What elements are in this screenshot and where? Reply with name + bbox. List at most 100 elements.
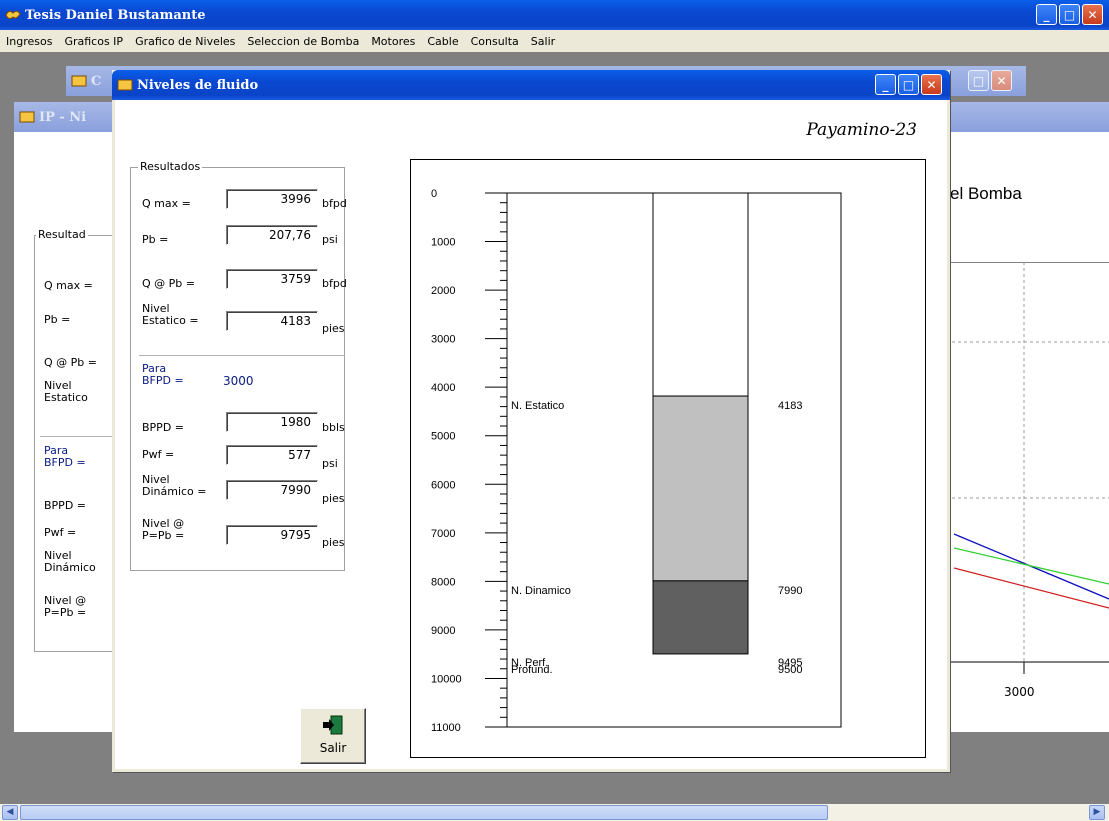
bg-label-nivel-dinamico: Nivel Dinámico [44, 549, 96, 574]
level-value-dinamico: 7990 [778, 585, 802, 597]
window-icon [117, 79, 133, 91]
nivel-estatico-value: 4183 [226, 311, 318, 331]
depth-label: 6000 [431, 479, 455, 491]
app-title: Tesis Daniel Bustamante [25, 7, 206, 23]
series-line-red [953, 567, 1109, 609]
salir-label: Salir [319, 741, 347, 755]
depth-label: 5000 [431, 431, 455, 443]
qpb-value: 3759 [226, 269, 318, 289]
column-fluid-section [652, 395, 749, 582]
results-title: Resultados [138, 160, 203, 173]
menu-seleccion-bomba[interactable]: Seleccion de Bomba [241, 35, 365, 48]
depth-label: 11000 [431, 722, 461, 734]
pb-value: 207,76 [226, 225, 318, 245]
close-icon[interactable]: ✕ [991, 70, 1012, 91]
well-name: Payamino-23 [806, 120, 917, 140]
level-label-profund: Profund. [511, 664, 553, 676]
app-icon [5, 10, 21, 20]
depth-label: 1000 [431, 237, 455, 249]
bg-label-bppd: BPPD = [44, 499, 86, 512]
pwf-value: 577 [226, 445, 318, 465]
level-label-estatico: N. Estatico [511, 400, 564, 412]
bg-label-pb: Pb = [44, 313, 71, 326]
bg-label-nivel-estatico: Nivel Estatico [44, 379, 88, 404]
unit-qpb: bfpd [322, 277, 347, 290]
scroll-thumb[interactable] [20, 805, 828, 820]
bg-label-pwf: Pwf = [44, 526, 77, 539]
depth-label: 10000 [431, 673, 462, 685]
levels-diagram-frame: 0 1000 2000 3000 4000 5000 6000 7000 8000 9000 100… [410, 159, 926, 758]
bg-chart-plot [934, 262, 1109, 674]
menu-graficos-ip[interactable]: Graficos IP [58, 35, 129, 48]
label-nivel-pb-2: P=Pb = [142, 529, 185, 542]
unit-pb: psi [322, 233, 338, 246]
bg-window-2-title-text: IP - Ni [39, 109, 87, 125]
window-icon [71, 75, 87, 87]
unit-qmax: bfpd [322, 197, 347, 210]
maximize-icon[interactable]: □ [968, 70, 989, 91]
level-value-estatico: 4183 [778, 400, 802, 412]
dialog-body: Payamino-23 Resultados Q max = 3996 bfpd… [115, 100, 947, 769]
menu-salir[interactable]: Salir [525, 35, 561, 48]
niveles-dialog: Niveles de fluido _ □ ✕ Payamino-23 Resu… [112, 70, 950, 772]
horizontal-scrollbar[interactable]: ◀ ▶ [0, 804, 1109, 821]
label-qpb: Q @ Pb = [142, 277, 195, 290]
depth-label: 8000 [431, 576, 455, 588]
bg-results-title: Resultad [36, 228, 88, 241]
salir-button[interactable]: Salir [300, 708, 366, 764]
menu-bar: Ingresos Graficos IP Grafico de Niveles … [0, 30, 1109, 52]
level-value-profund: 9500 [778, 664, 802, 676]
bg-window-1-title-text: C [91, 73, 102, 89]
bg-label-qmax: Q max = [44, 279, 93, 292]
menu-grafico-niveles[interactable]: Grafico de Niveles [129, 35, 241, 48]
menu-motores[interactable]: Motores [365, 35, 421, 48]
dialog-title: Niveles de fluido [137, 77, 259, 93]
label-pb: Pb = [142, 233, 169, 246]
label-qmax: Q max = [142, 197, 191, 210]
app-title-bar[interactable]: Tesis Daniel Bustamante _ □ ✕ [0, 0, 1109, 30]
maximize-icon[interactable]: □ [898, 74, 919, 95]
menu-cable[interactable]: Cable [421, 35, 464, 48]
label-nivel-estatico-2: Estatico = [142, 314, 199, 327]
unit-nivel-estatico: pies [322, 322, 345, 335]
depth-label: 2000 [431, 285, 455, 297]
depth-label: 3000 [431, 334, 455, 346]
label-bppd: BPPD = [142, 421, 184, 434]
minimize-icon[interactable]: _ [875, 74, 896, 95]
para-bfpd-value: 3000 [223, 374, 254, 388]
depth-label: 9000 [431, 625, 455, 637]
results-divider [139, 355, 345, 356]
bg-label-nivel-pb: Nivel @ P=Pb = [44, 594, 87, 619]
depth-label: 4000 [431, 382, 455, 394]
maximize-icon[interactable]: □ [1059, 4, 1080, 25]
level-label-dinamico: N. Dinamico [511, 585, 571, 597]
close-icon[interactable]: ✕ [921, 74, 942, 95]
bg-chart-heading: el Bomba [950, 184, 1022, 203]
column-empty-section [652, 192, 749, 397]
dialog-title-bar[interactable]: Niveles de fluido _ □ ✕ [112, 70, 950, 100]
bppd-value: 1980 [226, 412, 318, 432]
label-nivel-dinamico-2: Dinámico = [142, 485, 207, 498]
exit-door-icon [323, 715, 343, 735]
label-para-bfpd-2: BFPD = [142, 374, 184, 387]
column-dense-section [652, 580, 749, 655]
scroll-left-icon[interactable]: ◀ [2, 805, 18, 820]
menu-ingresos[interactable]: Ingresos [0, 35, 58, 48]
close-icon[interactable]: ✕ [1082, 4, 1103, 25]
unit-pwf: psi [322, 457, 338, 470]
scroll-right-icon[interactable]: ▶ [1089, 805, 1105, 820]
unit-nivel-dinamico: pies [322, 492, 345, 505]
bg-label-para-bfpd: Para BFPD = [44, 444, 86, 469]
depth-label: 7000 [431, 528, 455, 540]
bg-label-qpb: Q @ Pb = [44, 356, 97, 369]
menu-consulta[interactable]: Consulta [465, 35, 525, 48]
depth-label: 0 [431, 188, 437, 200]
minimize-icon[interactable]: _ [1036, 4, 1057, 25]
qmax-value: 3996 [226, 189, 318, 209]
nivel-dinamico-value: 7990 [226, 480, 318, 500]
label-pwf: Pwf = [142, 448, 175, 461]
unit-nivel-pb: pies [322, 536, 345, 549]
window-icon [19, 111, 35, 123]
unit-bppd: bbls [322, 421, 345, 434]
series-line-green [953, 547, 1109, 585]
